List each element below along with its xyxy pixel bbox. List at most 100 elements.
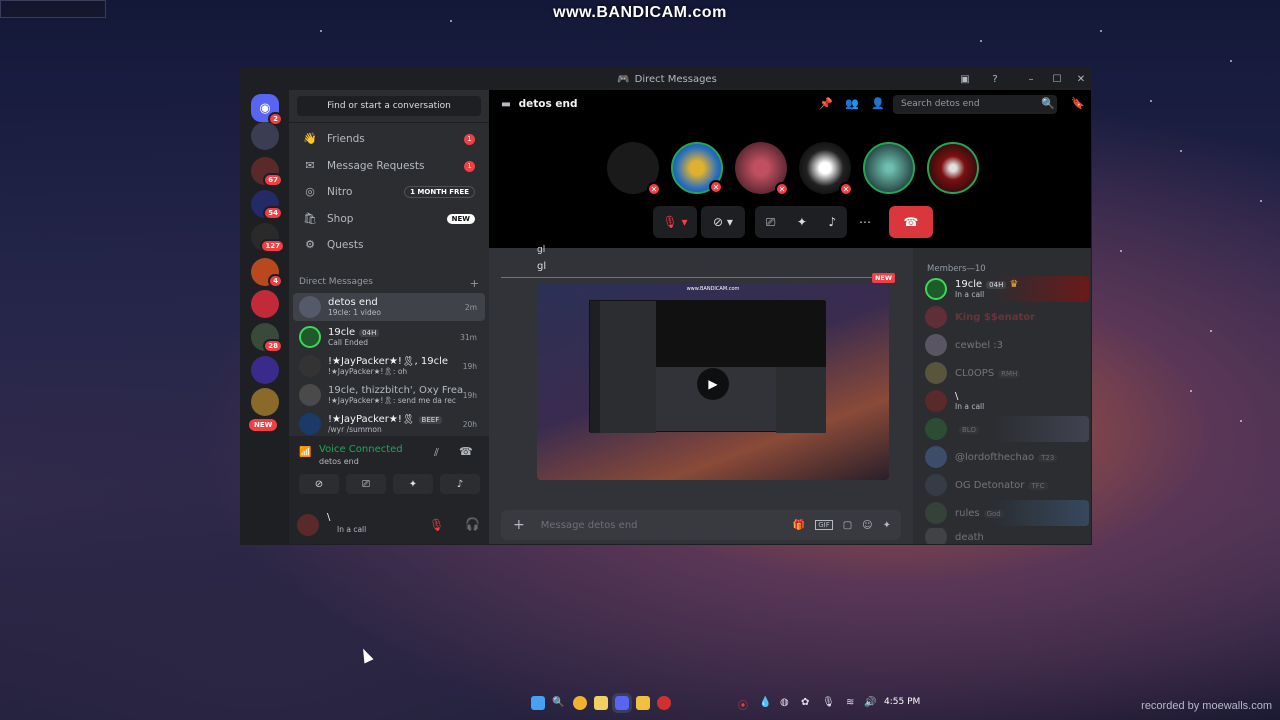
member-item[interactable]: CL0OPS RMH xyxy=(925,360,1089,386)
member-item[interactable]: rules God xyxy=(925,500,1089,526)
minimize-button[interactable]: – xyxy=(1023,71,1039,87)
attach-plus-icon[interactable]: + xyxy=(513,517,525,533)
dm-item[interactable]: 19cle 04H Call Ended 31m xyxy=(293,323,485,351)
server-icon[interactable]: 127 xyxy=(251,223,285,253)
microphone-icon[interactable]: 🎙 xyxy=(822,697,835,708)
nav-shop[interactable]: 🛍 Shop NEW xyxy=(295,207,483,231)
member-name: cewbel :3 xyxy=(955,339,1004,351)
nav-label: Message Requests xyxy=(327,160,425,172)
voice-channel-name[interactable]: detos end xyxy=(319,457,359,466)
avatar xyxy=(925,502,947,524)
record-icon[interactable]: ⦿ xyxy=(738,697,748,712)
server-icon[interactable] xyxy=(251,122,279,150)
mic-muted-icon[interactable]: 🎙 xyxy=(429,518,444,532)
camera-toggle-button[interactable]: ⊘ ▾ xyxy=(701,206,745,238)
discord-taskbar-icon[interactable] xyxy=(612,693,632,713)
member-item[interactable]: BLO xyxy=(925,416,1089,442)
avatar[interactable] xyxy=(297,514,319,536)
start-icon[interactable] xyxy=(531,696,545,710)
clock[interactable]: 4:55 PM xyxy=(884,697,920,707)
notes-icon[interactable] xyxy=(594,696,608,710)
member-item[interactable]: King $$enator xyxy=(925,304,1089,330)
screenshare-button[interactable]: ⎚ xyxy=(346,474,386,494)
pin-icon[interactable]: 📌 xyxy=(819,97,833,110)
message-input[interactable]: + Message detos end 🎁 GIF ▢ ☺ ✦ xyxy=(501,510,901,540)
emoji-icon[interactable]: ☺ xyxy=(862,520,872,531)
member-item[interactable]: cewbel :3 xyxy=(925,332,1089,358)
headphones-icon[interactable]: 🎧 xyxy=(465,517,480,531)
avatar xyxy=(925,418,947,440)
call-participant[interactable]: ✕ xyxy=(671,142,723,194)
member-item[interactable]: OG Detonator TFC xyxy=(925,472,1089,498)
end-call-button[interactable]: ☎ xyxy=(889,206,933,238)
member-item[interactable]: 19cle 04H ♛ In a call xyxy=(925,276,1089,302)
search-icon[interactable]: 🔍 xyxy=(552,697,564,708)
call-participant[interactable]: ✕ xyxy=(799,142,853,196)
dm-item[interactable]: !★JayPacker★!🎗, 19cle !★JayPacker★!🎗: oh… xyxy=(293,352,485,380)
browser-icon[interactable] xyxy=(573,696,587,710)
server-icon[interactable]: 28 xyxy=(251,323,283,353)
inbox-icon[interactable]: ▣ xyxy=(957,71,973,87)
call-participant[interactable] xyxy=(863,142,915,194)
sticker-icon[interactable]: ▢ xyxy=(843,520,852,531)
tray-app-icon[interactable]: ✿ xyxy=(801,697,809,708)
more-options-icon[interactable]: ⋯ xyxy=(851,206,879,238)
dm-item[interactable]: !★JayPacker★!🎗 BEEF /wyr /summon 20h xyxy=(293,410,485,438)
server-icon[interactable] xyxy=(251,388,279,416)
server-icon[interactable]: 67 xyxy=(251,157,283,187)
file-explorer-icon[interactable] xyxy=(636,696,650,710)
mute-toggle-button[interactable]: 🎙 ▾ xyxy=(653,206,697,238)
member-name: King $$enator xyxy=(955,311,1036,323)
soundboard-button[interactable]: ♪ xyxy=(440,474,480,494)
nav-friends[interactable]: 👋 Friends 1 xyxy=(295,127,483,151)
maximize-button[interactable]: ☐ xyxy=(1049,71,1065,87)
new-servers-badge[interactable]: NEW xyxy=(247,417,280,433)
call-participant[interactable]: ✕ xyxy=(735,142,789,196)
member-list-icon[interactable]: 👤 xyxy=(871,97,885,110)
screenshare-icon[interactable]: ⎚ xyxy=(766,215,776,230)
home-dm-button[interactable]: ◉ 2 xyxy=(251,94,283,126)
video-attachment[interactable]: www.BANDICAM.com ▶ xyxy=(537,284,889,480)
nav-quests[interactable]: ⚙ Quests xyxy=(295,233,483,257)
server-icon[interactable] xyxy=(251,290,279,318)
inbox-icon[interactable]: 🔖 xyxy=(1071,97,1085,110)
signal-icon[interactable]: 📶 xyxy=(299,447,311,458)
voice-connected-label[interactable]: Voice Connected xyxy=(319,444,403,455)
close-button[interactable]: ✕ xyxy=(1073,71,1089,87)
find-conversation-button[interactable]: Find or start a conversation xyxy=(297,96,481,116)
help-icon[interactable]: ? xyxy=(987,71,1003,87)
gif-icon[interactable]: GIF xyxy=(815,520,833,530)
server-icon[interactable]: 4 xyxy=(251,258,283,288)
volume-icon[interactable]: 🔊 xyxy=(864,697,876,708)
camera-off-button[interactable]: ⊘ xyxy=(299,474,339,494)
apps-icon[interactable]: ✦ xyxy=(883,520,891,531)
member-item[interactable]: death xyxy=(925,528,1089,544)
create-dm-button[interactable]: + xyxy=(470,277,479,290)
nav-label: Quests xyxy=(327,239,364,251)
tray-app-icon[interactable]: 💧 xyxy=(759,697,771,708)
activities-button[interactable]: ✦ xyxy=(393,474,433,494)
server-icon[interactable]: 54 xyxy=(251,190,283,220)
member-name: CL0OPS RMH xyxy=(955,368,1021,379)
activities-icon[interactable]: ✦ xyxy=(797,215,807,229)
gift-icon[interactable]: 🎁 xyxy=(793,520,805,531)
call-actions[interactable]: ⎚ ✦ ♪ xyxy=(755,206,847,238)
search-input[interactable]: Search detos end xyxy=(893,95,1057,114)
disconnect-icon[interactable]: ☎ xyxy=(459,445,473,458)
member-item[interactable]: \ In a call xyxy=(925,388,1089,414)
wifi-icon[interactable]: ≋ xyxy=(846,697,854,708)
call-participant[interactable] xyxy=(927,142,979,194)
play-button[interactable]: ▶ xyxy=(697,368,729,400)
call-participant[interactable]: ✕ xyxy=(607,142,661,196)
chrome-icon[interactable]: ◍ xyxy=(780,697,789,708)
server-icon[interactable] xyxy=(251,356,279,384)
nav-nitro[interactable]: ◎ Nitro 1 MONTH FREE xyxy=(295,180,483,204)
bandicam-icon[interactable] xyxy=(657,696,671,710)
soundboard-icon[interactable]: ♪ xyxy=(829,215,837,229)
dm-item[interactable]: 19cle, thizzbitch', Oxy Frea... !★JayPac… xyxy=(293,381,485,409)
add-member-icon[interactable]: 👥 xyxy=(845,97,859,110)
member-item[interactable]: @lordofthechao T23 xyxy=(925,444,1089,470)
dm-item[interactable]: detos end 19cle: 1 video 2m xyxy=(293,293,485,321)
nav-message-requests[interactable]: ✉ Message Requests 1 xyxy=(295,154,483,178)
noise-suppression-icon[interactable]: ⫽ xyxy=(434,446,439,460)
